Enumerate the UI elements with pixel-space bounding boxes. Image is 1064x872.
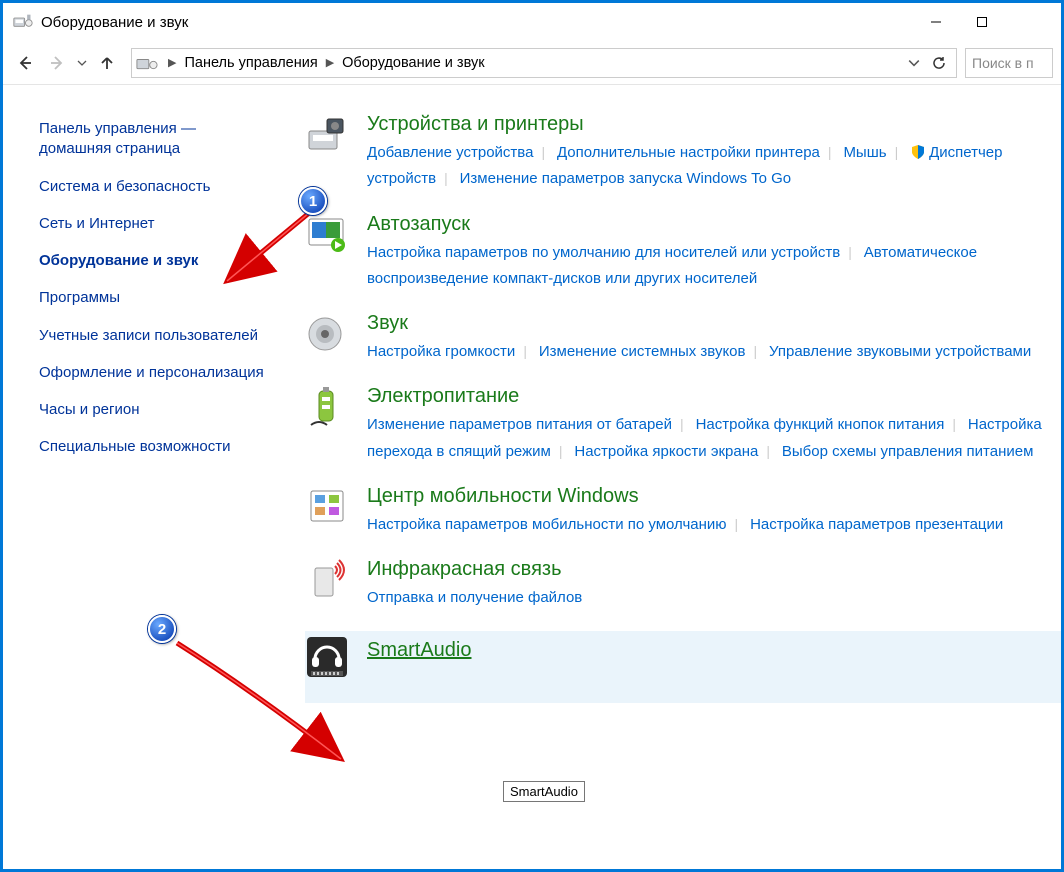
category-title[interactable]: SmartAudio: [367, 639, 1049, 662]
link-power-plan[interactable]: Выбор схемы управления питанием: [782, 443, 1034, 460]
breadcrumb-item[interactable]: Панель управления: [182, 55, 319, 71]
chevron-right-icon: ▶: [320, 56, 340, 69]
category-devices-printers: Устройства и принтеры Добавление устройс…: [305, 113, 1061, 193]
autoplay-icon: [305, 213, 349, 257]
category-links: Настройка параметров по умолчанию для но…: [367, 240, 1049, 293]
window: Оборудование и звук ▶ Панель управления …: [0, 0, 1064, 872]
hardware-sound-icon: [13, 13, 33, 31]
link-power-buttons[interactable]: Настройка функций кнопок питания: [696, 416, 945, 433]
body: Панель управления — домашняя страница Си…: [3, 85, 1061, 869]
sidebar-item-ease-of-access[interactable]: Специальные возможности: [39, 437, 269, 457]
sidebar-item-hardware-sound[interactable]: Оборудование и звук: [39, 251, 269, 271]
window-controls: [913, 7, 1051, 37]
link-mobility-defaults[interactable]: Настройка параметров мобильности по умол…: [367, 516, 727, 533]
sidebar-item-appearance[interactable]: Оформление и персонализация: [39, 363, 269, 383]
breadcrumb-dropdown[interactable]: [904, 57, 924, 69]
breadcrumb-item[interactable]: Оборудование и звук: [340, 55, 486, 71]
power-icon: [305, 385, 349, 429]
category-infrared: Инфракрасная связь Отправка и получение …: [305, 558, 1061, 611]
link-presentation-settings[interactable]: Настройка параметров презентации: [750, 516, 1003, 533]
category-smartaudio[interactable]: SmartAudio: [305, 631, 1061, 703]
titlebar: Оборудование и звук: [3, 3, 1061, 41]
link-default-media-settings[interactable]: Настройка параметров по умолчанию для но…: [367, 244, 840, 261]
category-title[interactable]: Автозапуск: [367, 213, 1049, 236]
back-button[interactable]: [11, 49, 39, 77]
sidebar-item-network[interactable]: Сеть и Интернет: [39, 214, 269, 234]
chevron-right-icon: ▶: [162, 56, 182, 69]
recent-locations-dropdown[interactable]: [75, 58, 89, 68]
breadcrumb-icon: [136, 54, 158, 72]
category-links: Изменение параметров питания от батарей|…: [367, 412, 1049, 465]
annotation-badge-2: 2: [148, 615, 176, 643]
sidebar-item-user-accounts[interactable]: Учетные записи пользователей: [39, 326, 269, 346]
maximize-button[interactable]: [959, 7, 1005, 37]
link-battery-settings[interactable]: Изменение параметров питания от батарей: [367, 416, 672, 433]
shield-icon: [910, 143, 926, 159]
link-volume[interactable]: Настройка громкости: [367, 343, 515, 360]
sidebar: Панель управления — домашняя страница Си…: [3, 85, 305, 869]
refresh-button[interactable]: [926, 50, 952, 76]
forward-button[interactable]: [43, 49, 71, 77]
mobility-icon: [305, 485, 349, 529]
link-printer-settings[interactable]: Дополнительные настройки принтера: [557, 144, 820, 161]
minimize-button[interactable]: [913, 7, 959, 37]
up-button[interactable]: [93, 49, 121, 77]
link-add-device[interactable]: Добавление устройства: [367, 144, 533, 161]
sidebar-item-programs[interactable]: Программы: [39, 288, 269, 308]
window-title: Оборудование и звук: [41, 14, 913, 31]
category-links: Настройка громкости| Изменение системных…: [367, 339, 1049, 365]
category-title[interactable]: Звук: [367, 312, 1049, 335]
annotation-badge-1: 1: [299, 187, 327, 215]
category-mobility: Центр мобильности Windows Настройка пара…: [305, 485, 1061, 538]
link-system-sounds[interactable]: Изменение системных звуков: [539, 343, 746, 360]
category-title[interactable]: Инфракрасная связь: [367, 558, 1049, 581]
search-input[interactable]: Поиск в п: [965, 48, 1053, 78]
tooltip: SmartAudio: [503, 781, 585, 802]
breadcrumb[interactable]: ▶ Панель управления ▶ Оборудование и зву…: [131, 48, 957, 78]
category-title[interactable]: Электропитание: [367, 385, 1049, 408]
link-windows-to-go[interactable]: Изменение параметров запуска Windows To …: [460, 170, 791, 187]
infrared-icon: [305, 558, 349, 602]
category-autoplay: Автозапуск Настройка параметров по умолч…: [305, 213, 1061, 293]
link-send-receive-files[interactable]: Отправка и получение файлов: [367, 589, 582, 606]
sidebar-item-system-security[interactable]: Система и безопасность: [39, 177, 269, 197]
sidebar-item-home[interactable]: Панель управления — домашняя страница: [39, 119, 269, 160]
nav-row: ▶ Панель управления ▶ Оборудование и зву…: [3, 41, 1061, 85]
category-sound: Звук Настройка громкости| Изменение сист…: [305, 312, 1061, 365]
smartaudio-icon: [305, 635, 349, 679]
category-links: Добавление устройства| Дополнительные на…: [367, 140, 1049, 193]
category-power: Электропитание Изменение параметров пита…: [305, 385, 1061, 465]
link-mouse[interactable]: Мышь: [843, 144, 886, 161]
category-links: Отправка и получение файлов: [367, 585, 1049, 611]
sidebar-item-clock-region[interactable]: Часы и регион: [39, 400, 269, 420]
category-title[interactable]: Центр мобильности Windows: [367, 485, 1049, 508]
devices-printers-icon: [305, 113, 349, 157]
sound-icon: [305, 312, 349, 356]
link-manage-audio[interactable]: Управление звуковыми устройствами: [769, 343, 1031, 360]
category-links: Настройка параметров мобильности по умол…: [367, 512, 1049, 538]
main-content: Устройства и принтеры Добавление устройс…: [305, 85, 1061, 869]
category-title[interactable]: Устройства и принтеры: [367, 113, 1049, 136]
link-brightness[interactable]: Настройка яркости экрана: [574, 443, 758, 460]
